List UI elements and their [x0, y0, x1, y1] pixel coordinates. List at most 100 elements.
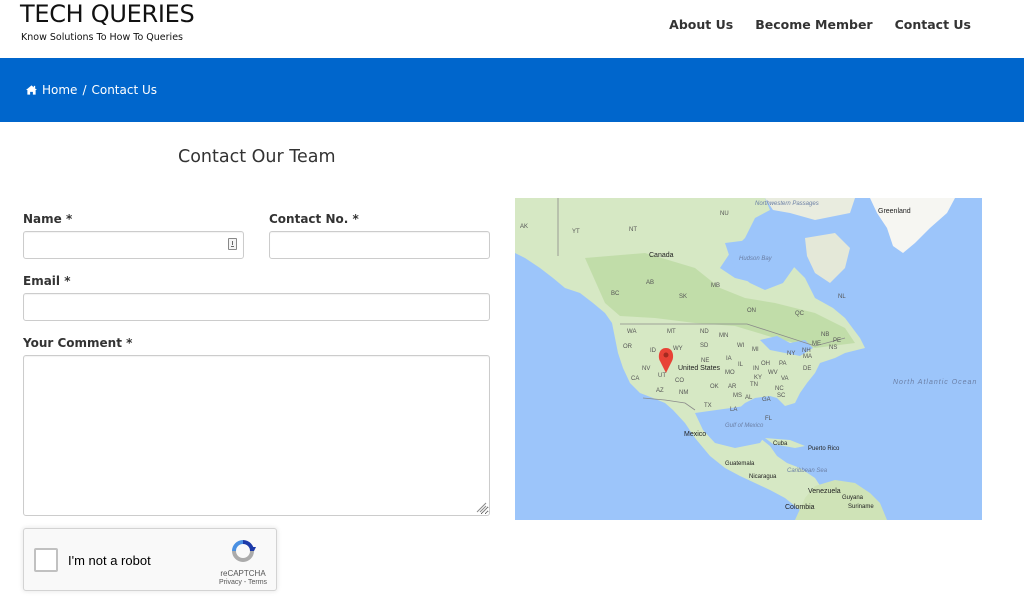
breadcrumb-home[interactable]: Home	[42, 83, 77, 97]
recaptcha-label: I'm not a robot	[68, 553, 151, 568]
map-region-label: NM	[679, 390, 689, 396]
breadcrumb: Home / Contact Us	[26, 83, 157, 97]
map-region-label: WI	[737, 343, 745, 349]
map-region-label: NY	[787, 351, 796, 357]
breadcrumb-banner: Home / Contact Us	[0, 58, 1024, 122]
map-region-label: NB	[821, 332, 830, 338]
land-baffin	[805, 233, 850, 283]
map-region-label: ID	[650, 348, 656, 354]
map-region-label: SK	[679, 294, 688, 300]
home-icon	[26, 85, 37, 95]
map-label-suriname: Suriname	[848, 504, 874, 510]
nav-about-us[interactable]: About Us	[669, 17, 733, 32]
email-input[interactable]	[23, 293, 490, 321]
map-region-label: ME	[812, 341, 821, 347]
map-region-label: MI	[752, 347, 759, 353]
map-region-label: NE	[701, 358, 710, 364]
map-region-label: PA	[779, 361, 787, 367]
map-label-greenland: Greenland	[878, 208, 911, 215]
map-region-label: NS	[829, 345, 838, 351]
map-region-label: AR	[728, 384, 737, 390]
recaptcha-checkbox[interactable]	[34, 548, 58, 572]
nav-contact-us[interactable]: Contact Us	[895, 17, 971, 32]
recaptcha-logo-icon	[232, 540, 256, 562]
map-label-nicaragua: Nicaragua	[749, 474, 777, 480]
map-region-label: FL	[765, 416, 773, 422]
map-region-label: KY	[754, 375, 763, 381]
map-region-label: CA	[631, 376, 640, 382]
email-label: Email *	[23, 274, 71, 288]
map-region-label: SC	[777, 393, 786, 399]
map-region-label: DE	[803, 366, 812, 372]
map-region-label: AK	[520, 224, 529, 230]
map-label-hudson-bay: Hudson Bay	[739, 256, 772, 262]
breadcrumb-separator: /	[82, 83, 87, 97]
map-region-label: MN	[719, 333, 729, 339]
name-label: Name *	[23, 212, 73, 226]
map-region-label: WA	[627, 329, 637, 335]
map-region-label: TX	[704, 403, 712, 409]
map-label-guatemala: Guatemala	[725, 461, 755, 467]
comment-label: Your Comment *	[23, 336, 133, 350]
map-region-label: MA	[803, 354, 812, 360]
map-region-label: IL	[738, 362, 744, 368]
map-terrain	[515, 198, 955, 520]
main-nav: About Us Become Member Contact Us	[669, 17, 971, 32]
map-region-label: PE	[833, 338, 842, 344]
map-label-northwestern-passages: Northwestern Passages	[755, 201, 819, 207]
map-region-label: VA	[781, 376, 789, 382]
map-region-label: CO	[675, 378, 684, 384]
map-region-label: NT	[629, 227, 637, 233]
comment-textarea[interactable]	[23, 355, 490, 516]
map-region-label: WY	[673, 346, 683, 352]
autofill-contact-icon[interactable]	[228, 238, 237, 250]
nav-become-member[interactable]: Become Member	[755, 17, 872, 32]
map-region-label: ND	[700, 329, 709, 335]
location-map[interactable]: Canada Greenland United States Mexico Cu…	[515, 198, 982, 520]
map-region-label: NC	[775, 386, 784, 392]
map-region-label: MO	[725, 370, 735, 376]
site-title[interactable]: TECH QUERIES	[20, 0, 195, 28]
map-label-canada: Canada	[649, 252, 674, 259]
breadcrumb-current: Contact Us	[91, 83, 158, 97]
map-region-label: MB	[711, 283, 720, 289]
map-region-label: AL	[745, 395, 753, 401]
map-region-label: OH	[761, 361, 770, 367]
map-region-label: SD	[700, 343, 709, 349]
map-region-label: IN	[753, 366, 759, 372]
map-label-mexico: Mexico	[684, 431, 707, 438]
map-region-label: NL	[838, 294, 846, 300]
recaptcha-widget: I'm not a robot reCAPTCHA Privacy - Term…	[23, 528, 277, 591]
recaptcha-brand: reCAPTCHA	[220, 569, 266, 578]
map-label-north-atlantic-ocean: North Atlantic Ocean	[893, 379, 978, 386]
map-region-label: MT	[667, 329, 676, 335]
map-label-puerto-rico: Puerto Rico	[808, 446, 840, 452]
map-region-label: GA	[762, 397, 771, 403]
resize-handle-icon[interactable]	[476, 502, 487, 513]
map-region-label: NV	[642, 366, 651, 372]
map-region-label: AB	[646, 280, 655, 286]
recaptcha-privacy-link[interactable]: Privacy	[219, 579, 242, 586]
recaptcha-terms-link[interactable]: Terms	[248, 579, 267, 586]
map-region-label: ON	[747, 308, 756, 314]
site-tagline: Know Solutions To How To Queries	[21, 32, 183, 43]
map-label-united-states: United States	[678, 365, 721, 372]
contact-no-label: Contact No. *	[269, 212, 359, 226]
page-title: Contact Our Team	[178, 147, 336, 167]
map-label-venezuela: Venezuela	[808, 488, 841, 495]
map-region-label: AZ	[656, 388, 664, 394]
name-input[interactable]	[23, 231, 244, 259]
map-region-label: YT	[572, 229, 580, 235]
contact-no-input[interactable]	[269, 231, 490, 259]
map-region-label: LA	[730, 407, 738, 413]
map-label-cuba: Cuba	[773, 441, 788, 447]
recaptcha-links: Privacy - Terms	[208, 579, 278, 586]
map-region-label: QC	[795, 311, 804, 317]
map-region-label: NU	[720, 211, 729, 217]
map-label-colombia: Colombia	[785, 504, 815, 511]
map-region-label: MS	[733, 393, 742, 399]
map-label-guyana: Guyana	[842, 495, 864, 501]
map-region-label: OK	[710, 384, 719, 390]
map-region-label: IA	[726, 356, 732, 362]
map-region-label: BC	[611, 291, 620, 297]
